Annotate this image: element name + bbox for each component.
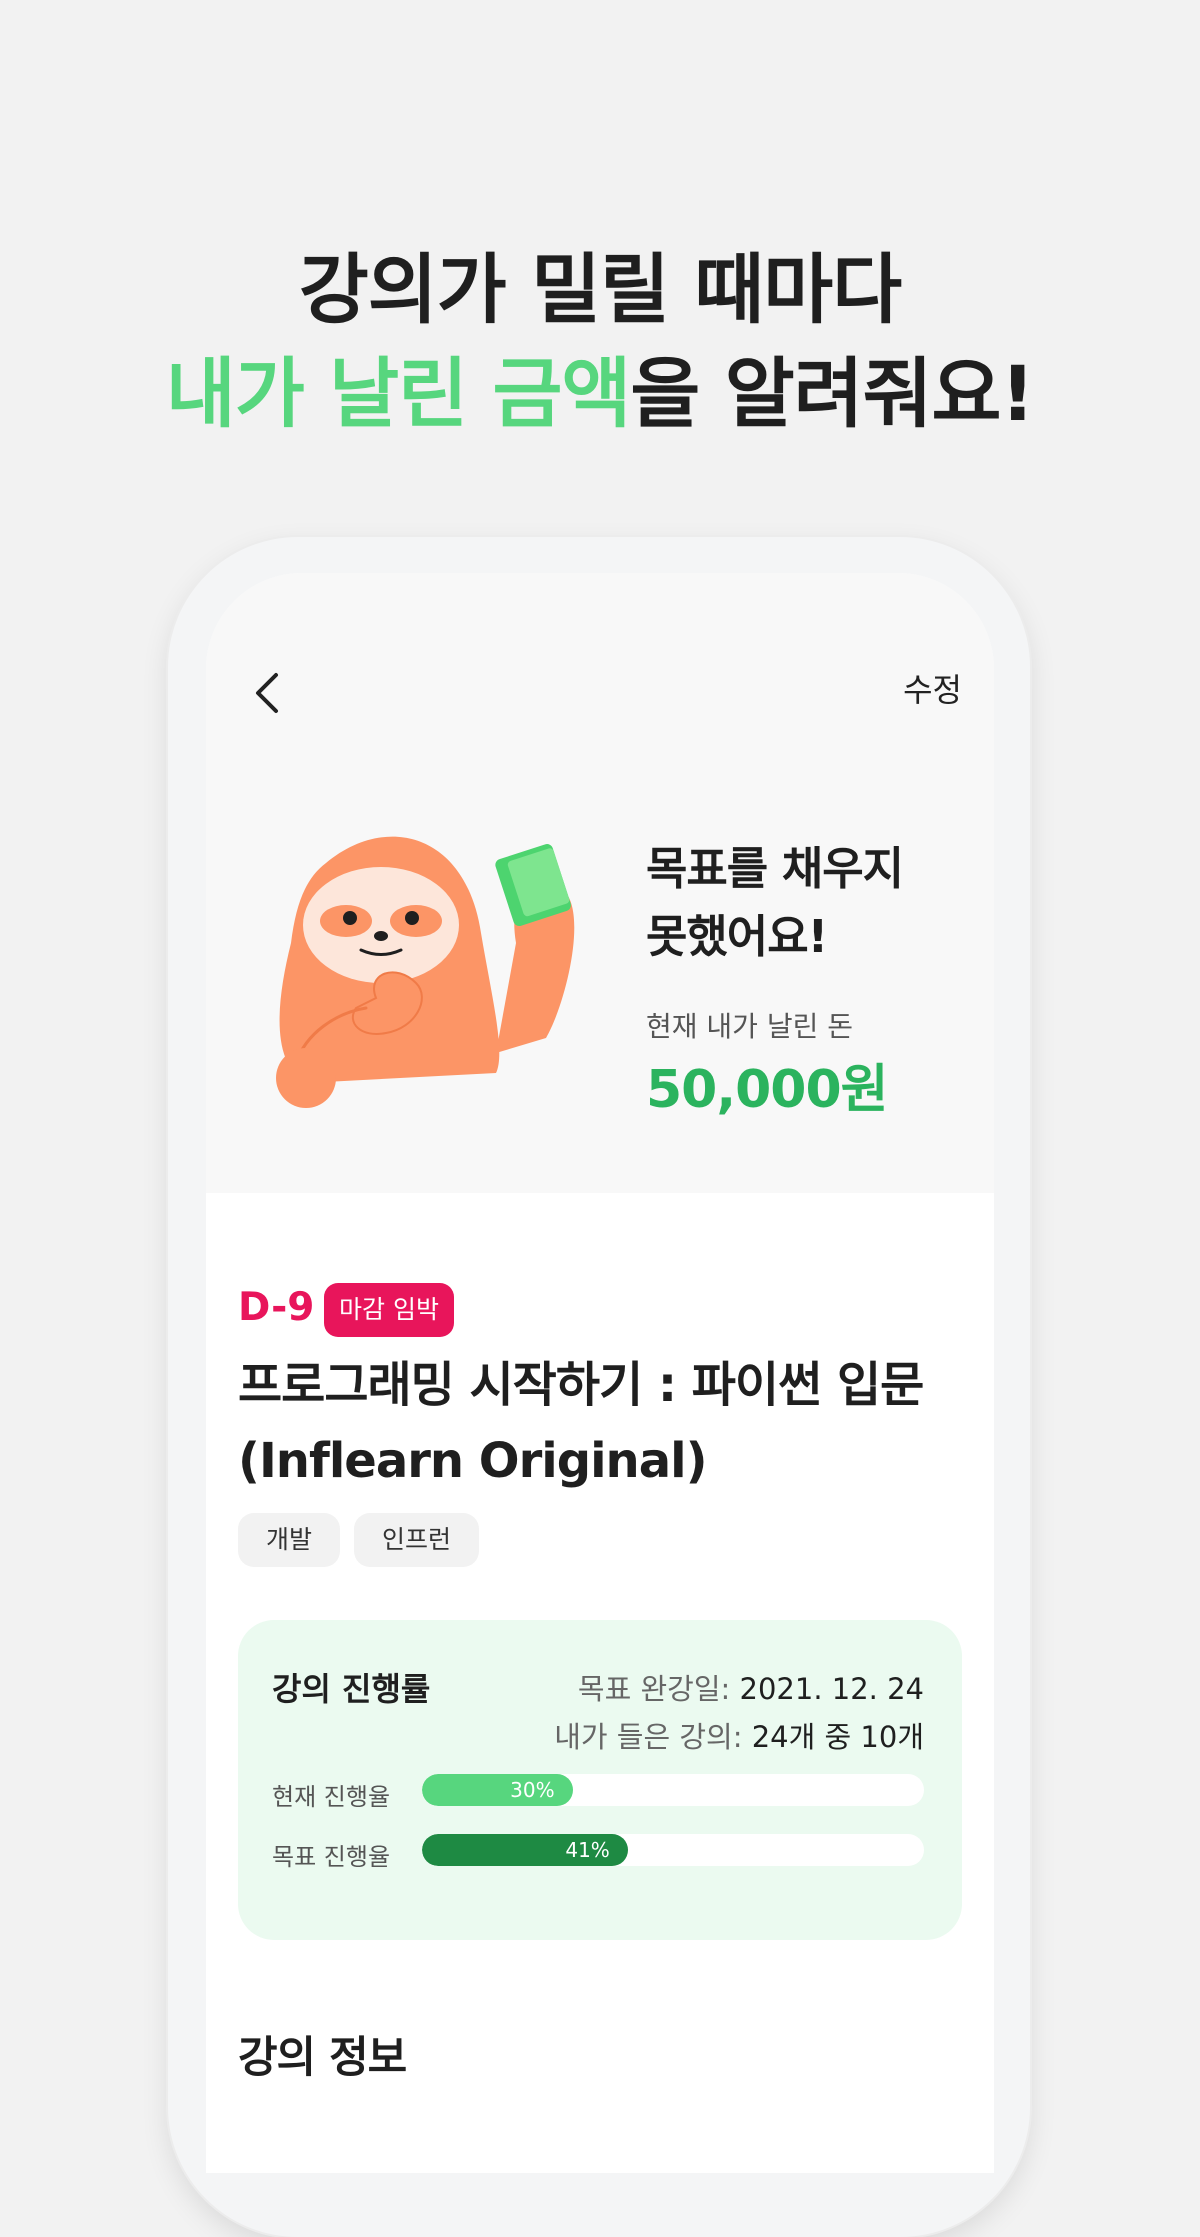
sloth-money-illustration [276,836,575,1108]
course-title-line1: 프로그래밍 시작하기 : 파이썬 입문 [238,1357,924,1413]
target-date: 목표 완강일: 2021. 12. 24 [578,1666,924,1708]
current-progress-label: 현재 진행율 [272,1783,391,1811]
target-progress-fill: 41% [422,1834,628,1866]
progress-title: 강의 진행률 [272,1670,431,1708]
edit-button[interactable]: 수정 [903,665,962,711]
target-progress-label: 목표 진행율 [272,1843,391,1871]
hero-title-line1: 목표를 채우지 [646,842,904,895]
hero-section: 수정 목표를 채우지 못했어요! 현재 내가 날린 돈 50,000원 [206,573,994,1193]
course-title-line2: (Inflearn Original) [238,1433,708,1489]
headline-line2: 내가 날린 금액을 알려줘요! [0,342,1200,446]
lost-money-label: 현재 내가 날린 돈 [646,1010,854,1043]
chevron-left-icon [256,673,278,713]
tag-chip[interactable]: 인프런 [354,1513,480,1567]
progress-card: 강의 진행률 목표 완강일: 2021. 12. 24 내가 들은 강의: 24… [238,1620,962,1940]
headline-line1: 강의가 밀릴 때마다 [298,245,902,334]
current-progress-fill: 30% [422,1774,573,1806]
hero-title: 목표를 채우지 못했어요! [646,835,904,971]
course-info-title: 강의 정보 [238,2033,407,2083]
back-button[interactable] [246,663,290,723]
course-title: 프로그래밍 시작하기 : 파이썬 입문 (Inflearn Original) [238,1347,978,1499]
lectures-value: 24개 중 10개 [751,1720,924,1754]
course-tags: 개발 인프런 [238,1513,480,1567]
target-date-label: 목표 완강일: [577,1672,731,1706]
tag-chip[interactable]: 개발 [238,1513,341,1567]
lectures-label: 내가 들은 강의: [554,1720,743,1754]
lost-money-amount: 50,000원 [646,1060,889,1120]
dday-label: D-9 [238,1285,315,1330]
phone-screen: 수정 목표를 채우지 못했어요! 현재 내가 날린 돈 50,000원 D-9 … [206,573,994,2173]
current-progress-value: 30% [510,1778,555,1802]
target-progress-value: 41% [565,1838,610,1862]
promo-headline: 강의가 밀릴 때마다 내가 날린 금액을 알려줘요! [0,238,1200,446]
hero-title-line2: 못했어요! [646,910,828,963]
current-progress-bar: 30% [422,1774,924,1806]
headline-rest: 을 알려줘요! [630,349,1035,438]
target-date-value: 2021. 12. 24 [739,1672,924,1706]
deadline-badge: 마감 임박 [324,1283,454,1337]
lectures-watched: 내가 들은 강의: 24개 중 10개 [554,1714,924,1756]
target-progress-bar: 41% [422,1834,924,1866]
headline-accent: 내가 날린 금액 [165,349,631,438]
